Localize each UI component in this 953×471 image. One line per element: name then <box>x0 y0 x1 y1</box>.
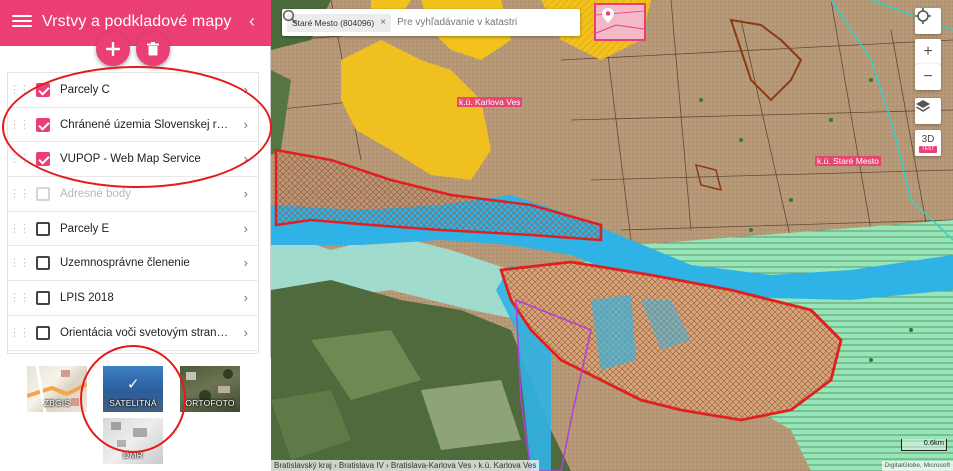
drag-handle-icon[interactable]: ⋮⋮ <box>8 258 30 269</box>
basemap-switcher: ZBGIS ✓ SATELITNÁ ORTOFOTO DMR <box>0 358 271 471</box>
cadastre-search-bar: Staré Mesto (804096) × <box>282 9 580 36</box>
layer-row-vupop[interactable]: ⋮⋮ VUPOP - Web Map Service › <box>8 142 258 178</box>
selected-cadastre-chip[interactable]: Staré Mesto (804096) × <box>287 13 392 32</box>
search-input[interactable] <box>397 17 548 28</box>
drag-handle-icon[interactable]: ⋮⋮ <box>8 327 30 338</box>
layer-checkbox[interactable] <box>36 82 50 97</box>
layer-label: VUPOP - Web Map Service <box>60 153 201 166</box>
layer-row-uzemnospravne-clenenie[interactable]: ⋮⋮ Územnosprávne členenie › <box>8 246 258 282</box>
layers-toggle-button[interactable] <box>915 98 941 124</box>
layer-row-parcely-e[interactable]: ⋮⋮ Parcely E › <box>8 212 258 247</box>
drag-handle-icon[interactable]: ⋮⋮ <box>8 154 30 165</box>
map-canvas[interactable]: k.ú. Karlova Ves k.ú. Staré Mesto Staré … <box>271 0 953 471</box>
collapse-panel-chevron-icon[interactable]: ‹ <box>249 11 255 32</box>
plus-icon <box>106 42 120 56</box>
layer-checkbox[interactable] <box>36 152 50 167</box>
layer-row-chranene-uzemia[interactable]: ⋮⋮ Chránené územia Slovenskej republ... … <box>8 108 258 143</box>
cadastral-label-stare-mesto: k.ú. Staré Mesto <box>815 156 881 166</box>
chevron-right-icon[interactable]: › <box>244 151 248 166</box>
layers-panel: Vrstvy a podkladové mapy ‹ ⋮⋮ Parcely C … <box>0 0 272 471</box>
layer-checkbox[interactable] <box>36 325 50 340</box>
drag-handle-icon[interactable]: ⋮⋮ <box>8 84 30 95</box>
checkmark-icon: ✓ <box>127 376 140 393</box>
layer-label: Chránené územia Slovenskej republ... <box>60 118 232 131</box>
layer-label: Adresné body <box>60 187 131 200</box>
chip-close-icon[interactable]: × <box>380 17 386 28</box>
drag-handle-icon[interactable]: ⋮⋮ <box>8 188 30 199</box>
app-window: Vrstvy a podkladové mapy ‹ ⋮⋮ Parcely C … <box>0 0 953 471</box>
layer-row-adresne-body[interactable]: ⋮⋮ Adresné body › <box>8 177 258 212</box>
chevron-right-icon[interactable]: › <box>244 82 248 97</box>
panel-header: Vrstvy a podkladové mapy ‹ <box>0 0 271 46</box>
layer-label: LPIS 2018 <box>60 291 114 304</box>
chevron-right-icon[interactable]: › <box>244 186 248 201</box>
location-overview-thumbnail[interactable] <box>594 3 646 41</box>
3d-view-button[interactable]: 3D TEST <box>915 130 941 156</box>
layer-label: Parcely E <box>60 222 110 235</box>
cadastral-label-karlova-ves: k.ú. Karlova Ves <box>457 97 523 107</box>
layer-checkbox[interactable] <box>36 117 50 132</box>
basemap-ortofoto[interactable]: ORTOFOTO <box>180 366 240 412</box>
basemap-label: ORTOFOTO <box>185 398 235 408</box>
crosshair-icon <box>915 8 931 24</box>
hamburger-menu-icon[interactable] <box>12 12 32 32</box>
layer-checkbox[interactable] <box>36 290 50 305</box>
layer-checkbox[interactable] <box>36 256 50 271</box>
delete-layer-button[interactable] <box>136 32 170 66</box>
chip-label: Staré Mesto (804096) <box>292 17 375 28</box>
layer-row-lpis-2018[interactable]: ⋮⋮ LPIS 2018 › <box>8 281 258 316</box>
layer-row-orientacia[interactable]: ⋮⋮ Orientácia voči svetovým stranám › <box>8 316 258 351</box>
3d-label: 3D <box>921 133 935 145</box>
scale-bar: 0.6km <box>901 439 947 451</box>
basemap-dmr[interactable]: DMR <box>103 418 163 464</box>
test-badge: TEST <box>918 145 938 153</box>
drag-handle-icon[interactable]: ⋮⋮ <box>8 223 30 234</box>
layer-label: Územnosprávne členenie <box>60 257 190 270</box>
add-layer-button[interactable] <box>96 32 130 66</box>
layer-list: ⋮⋮ Parcely C › ⋮⋮ Chránené územia Sloven… <box>7 72 259 354</box>
chevron-right-icon[interactable]: › <box>244 325 248 340</box>
chevron-right-icon[interactable]: › <box>244 290 248 305</box>
drag-handle-icon[interactable]: ⋮⋮ <box>8 119 30 130</box>
basemap-label: SATELITNÁ <box>109 398 157 408</box>
layer-label: Parcely C <box>60 83 110 96</box>
search-icon[interactable] <box>282 9 298 25</box>
layer-checkbox[interactable] <box>36 221 50 236</box>
layer-checkbox <box>36 186 50 201</box>
chevron-right-icon[interactable]: › <box>244 255 248 270</box>
map-layers <box>271 0 953 471</box>
map-pin-icon <box>596 8 644 34</box>
chevron-right-icon[interactable]: › <box>244 221 248 236</box>
layer-row-parcely-c[interactable]: ⋮⋮ Parcely C › <box>8 73 258 108</box>
basemap-label: DMR <box>123 450 143 460</box>
trash-icon <box>147 42 159 56</box>
basemap-zbgis[interactable]: ZBGIS <box>27 366 87 412</box>
chevron-right-icon[interactable]: › <box>244 117 248 132</box>
location-breadcrumb: Bratislavský kraj › Bratislava IV › Brat… <box>271 460 540 471</box>
layers-icon <box>916 100 930 112</box>
zoom-out-button[interactable]: − <box>915 64 941 90</box>
drag-handle-icon[interactable]: ⋮⋮ <box>8 292 30 303</box>
layer-label: Orientácia voči svetovým stranám <box>60 326 232 339</box>
basemap-satellite[interactable]: ✓ SATELITNÁ <box>103 366 163 412</box>
panel-title: Vrstvy a podkladové mapy <box>42 13 232 30</box>
locate-button[interactable] <box>915 8 941 34</box>
map-attribution: DigitalGlobe, Microsoft <box>881 461 953 471</box>
zoom-in-button[interactable]: + <box>915 39 941 65</box>
basemap-label: ZBGIS <box>43 398 71 408</box>
